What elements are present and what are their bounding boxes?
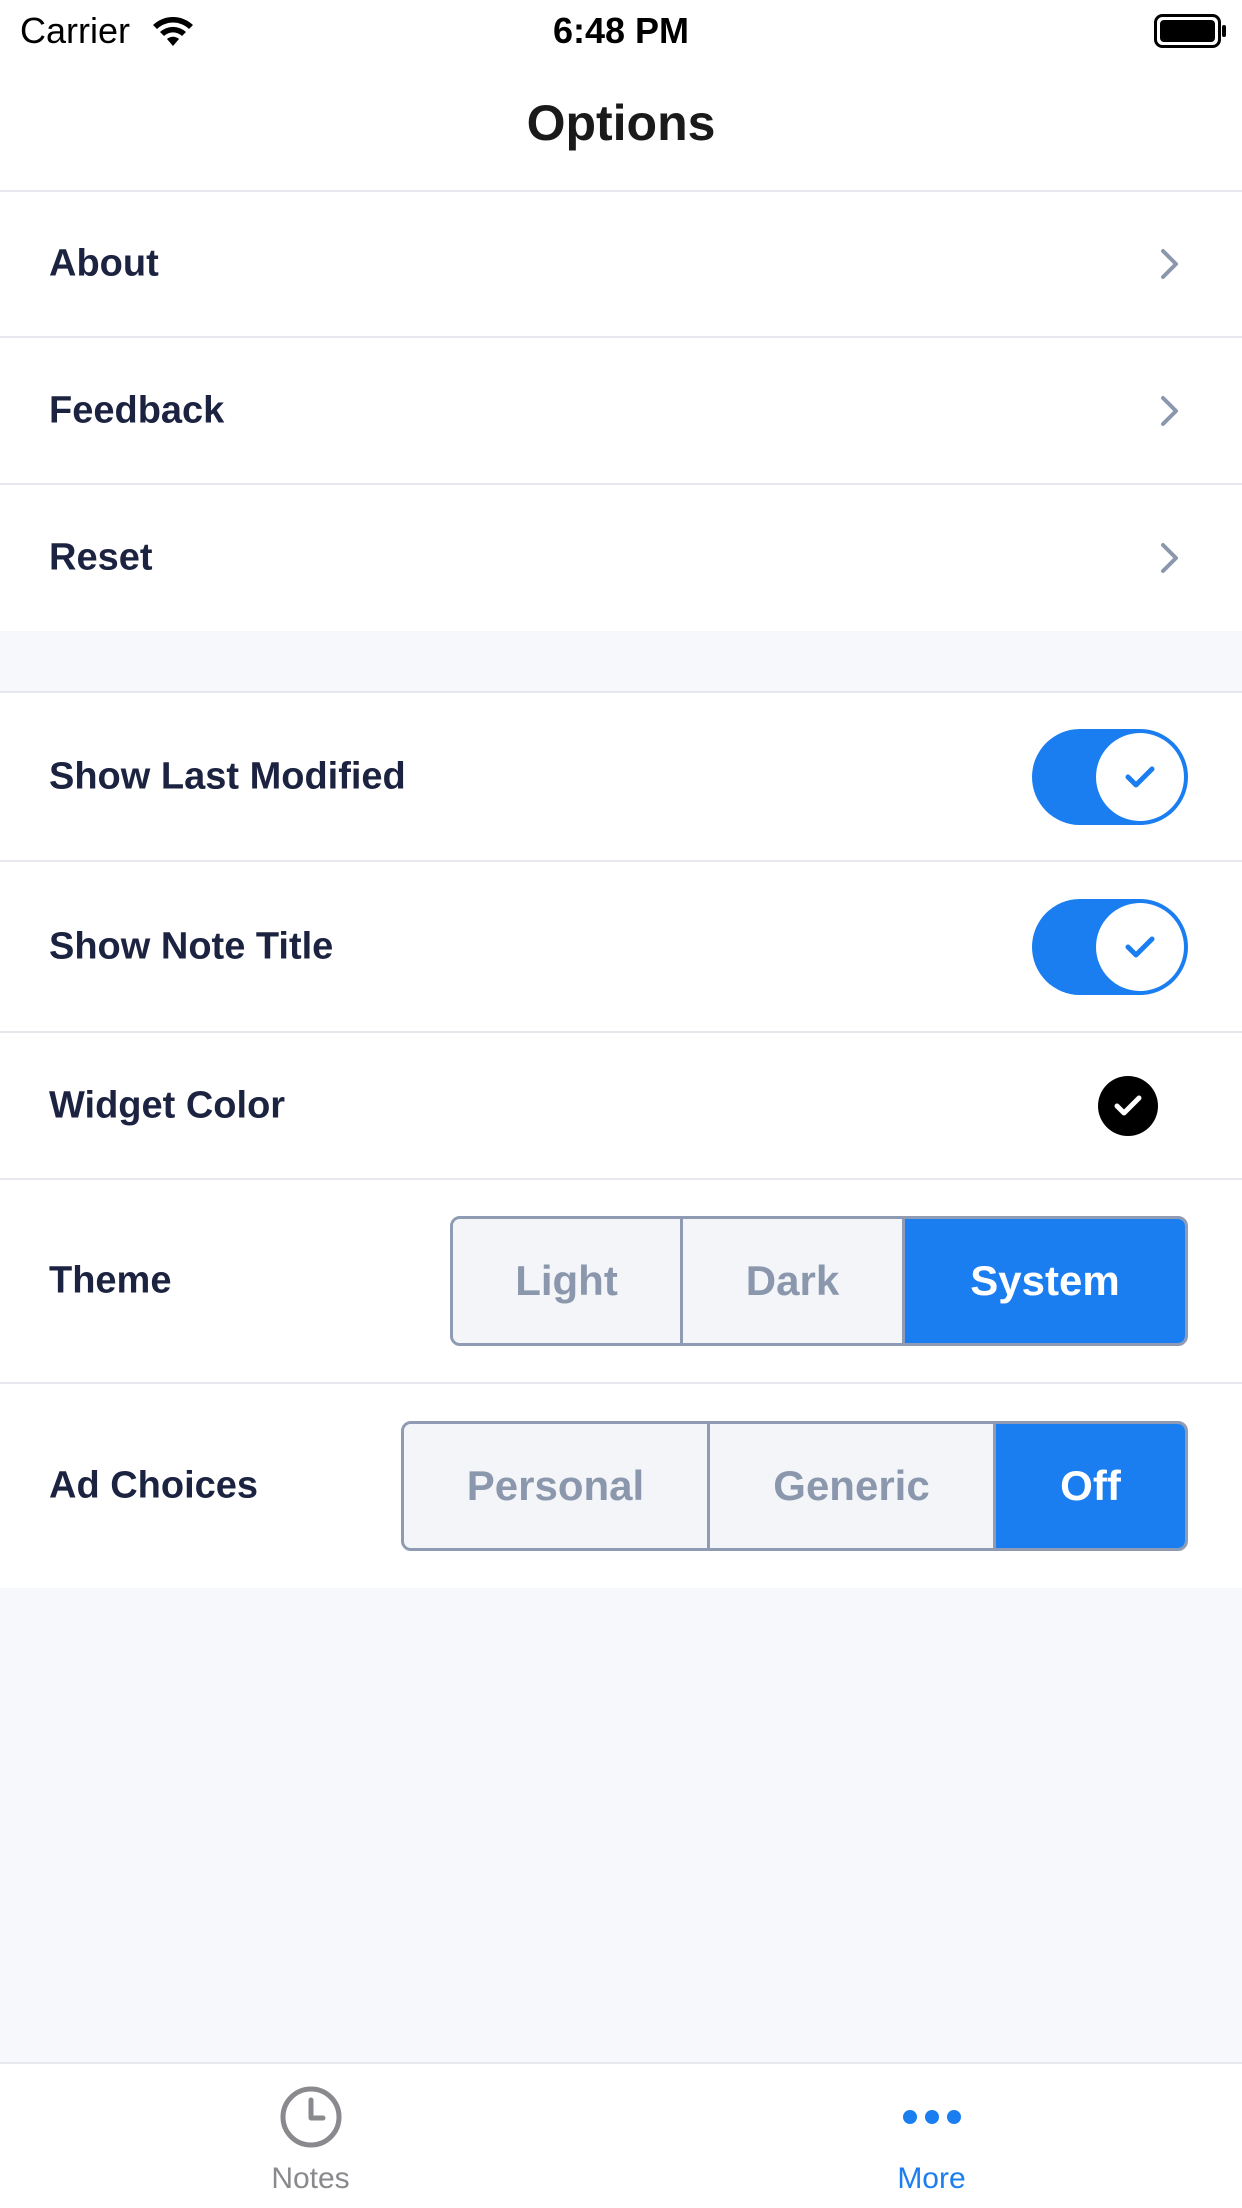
tab-bar: Notes More [0, 2062, 1242, 2208]
widget-color-row: Widget Color [0, 1033, 1242, 1180]
toggle-knob [1096, 732, 1184, 821]
about-row[interactable]: About [0, 192, 1242, 338]
battery-icon [1154, 14, 1226, 48]
show-note-title-label: Show Note Title [49, 925, 334, 967]
theme-option-light[interactable]: Light [453, 1219, 683, 1343]
chevron-right-icon [1161, 543, 1178, 573]
show-note-title-row: Show Note Title [0, 862, 1242, 1033]
toggle-knob [1096, 902, 1184, 991]
show-last-modified-row: Show Last Modified [0, 691, 1242, 862]
about-label: About [49, 242, 159, 285]
more-dots-icon [902, 2110, 961, 2124]
theme-row: Theme Light Dark System [0, 1180, 1242, 1384]
ad-option-generic[interactable]: Generic [710, 1424, 996, 1548]
reset-label: Reset [49, 536, 153, 579]
checkmark-icon [1125, 766, 1155, 787]
ad-option-personal[interactable]: Personal [404, 1424, 710, 1548]
feedback-row[interactable]: Feedback [0, 338, 1242, 485]
theme-label: Theme [49, 1259, 172, 1302]
widget-color-swatch[interactable] [1098, 1075, 1158, 1136]
theme-option-dark[interactable]: Dark [683, 1219, 905, 1343]
status-bar: Carrier 6:48 PM [0, 0, 1242, 64]
chevron-right-icon [1161, 395, 1178, 426]
ad-option-off[interactable]: Off [996, 1424, 1185, 1548]
status-time: 6:48 PM [552, 10, 690, 51]
page-title: Options [526, 95, 716, 151]
ad-choices-label: Ad Choices [49, 1464, 259, 1507]
widget-color-label: Widget Color [49, 1084, 286, 1126]
checkmark-icon [1125, 936, 1155, 957]
show-last-modified-toggle[interactable] [1032, 728, 1188, 825]
navigation-bar: Options [0, 64, 1242, 192]
tab-more[interactable]: More [621, 2064, 1242, 2208]
clock-icon [280, 2086, 341, 2148]
tab-more-label: More [897, 2162, 966, 2195]
chevron-right-icon [1161, 249, 1178, 279]
tab-notes[interactable]: Notes [0, 2064, 621, 2208]
show-last-modified-label: Show Last Modified [49, 755, 406, 797]
ad-choices-segmented-control: Personal Generic Off [401, 1421, 1188, 1551]
feedback-label: Feedback [49, 389, 225, 431]
options-screen: Carrier 6:48 PM Options About Feedback R… [0, 0, 1242, 2208]
tab-notes-label: Notes [271, 2162, 350, 2195]
reset-row[interactable]: Reset [0, 485, 1242, 631]
theme-segmented-control: Light Dark System [450, 1216, 1188, 1346]
checkmark-icon [1114, 1095, 1142, 1115]
show-note-title-toggle[interactable] [1032, 898, 1188, 995]
ad-choices-row: Ad Choices Personal Generic Off [0, 1384, 1242, 1588]
theme-option-system[interactable]: System [905, 1219, 1185, 1343]
